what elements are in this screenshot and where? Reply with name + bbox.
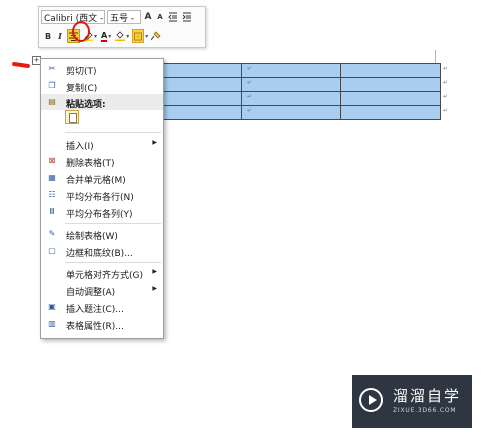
annotation-dash <box>11 61 31 69</box>
menu-item-cell-alignment[interactable]: 单元格对齐方式(G) ▶ <box>41 265 163 281</box>
borders-icon: ▢ <box>48 246 56 255</box>
watermark-logo: 溜溜自学 ZIXUE.3D66.COM <box>352 375 472 428</box>
italic-button[interactable]: I <box>55 29 65 43</box>
table-cell[interactable]: ↵ <box>241 63 341 78</box>
toolbar-row-font: Calibri (西文 - 五号 - A A <box>41 9 193 25</box>
dropdown-arrow-icon[interactable]: ▾ <box>126 33 129 40</box>
shrink-font-button[interactable]: A <box>155 10 165 24</box>
cell-mark-icon: ↵ <box>247 93 253 100</box>
menu-label: 表格属性(R)... <box>66 322 124 332</box>
menu-item-distribute-rows[interactable]: ☷ 平均分布各行(N) <box>41 187 163 203</box>
menu-item-copy[interactable]: ❐ 复制(C) <box>41 78 163 94</box>
copy-icon: ❐ <box>48 81 56 90</box>
context-menu: ✂ 剪切(T) ❐ 复制(C) ▤ 粘贴选项: 插入(I) ▶ ⊠ 删除表格(T… <box>40 58 164 339</box>
increase-indent-icon <box>182 12 191 22</box>
dropdown-arrow-icon[interactable]: ▾ <box>145 33 148 40</box>
toolbar-row-format: B I ▾ A ▾ ▾ ▾ <box>41 28 162 44</box>
row-end-mark-icon: ↵ <box>442 65 448 72</box>
font-color-letter: A <box>101 30 108 42</box>
paint-bucket-icon <box>115 31 126 41</box>
menu-item-merge-cells[interactable]: ▦ 合并单元格(M) <box>41 170 163 186</box>
submenu-arrow-icon: ▶ <box>152 139 157 146</box>
menu-label: 单元格对齐方式(G) <box>66 271 143 281</box>
menu-label: 删除表格(T) <box>66 159 115 169</box>
paste-keep-text-button[interactable] <box>65 110 79 124</box>
menu-label: 自动调整(A) <box>66 288 116 298</box>
menu-item-distribute-columns[interactable]: Ⅲ 平均分布各列(Y) <box>41 204 163 220</box>
row-end-mark-icon: ↵ <box>442 93 448 100</box>
grow-font-button[interactable]: A <box>143 10 153 24</box>
table-cell[interactable]: ↵ <box>340 105 448 120</box>
distribute-rows-icon: ☷ <box>48 190 56 199</box>
menu-item-paste-options: ▤ 粘贴选项: <box>41 94 163 110</box>
format-painter-icon <box>151 31 161 41</box>
borders-button[interactable] <box>132 29 145 43</box>
watermark-url: ZIXUE.3D66.COM <box>393 407 457 414</box>
menu-item-delete-table[interactable]: ⊠ 删除表格(T) <box>41 153 163 169</box>
merge-cells-icon: ▦ <box>48 173 56 182</box>
menu-label: 边框和底纹(B)... <box>66 249 133 259</box>
table-properties-icon: ▥ <box>48 319 56 328</box>
annotation-circle <box>72 21 90 42</box>
font-name-dropdown[interactable]: Calibri (西文 - <box>41 10 105 24</box>
menu-separator <box>65 223 161 224</box>
menu-label: 粘贴选项: <box>66 100 106 110</box>
play-icon <box>359 388 383 412</box>
shading-button[interactable]: ▾ <box>114 29 130 43</box>
borders-icon <box>134 32 143 40</box>
menu-label: 合并单元格(M) <box>66 176 126 186</box>
menu-label: 平均分布各列(Y) <box>66 210 133 220</box>
decrease-indent-icon <box>168 12 177 22</box>
menu-label: 平均分布各行(N) <box>66 193 134 203</box>
menu-item-table-properties[interactable]: ▥ 表格属性(R)... <box>41 316 163 332</box>
menu-label: 剪切(T) <box>66 67 97 77</box>
dropdown-arrow-icon[interactable]: ▾ <box>94 33 97 40</box>
bold-button[interactable]: B <box>43 29 53 43</box>
submenu-arrow-icon: ▶ <box>152 268 157 275</box>
menu-item-insert-caption[interactable]: ▣ 插入题注(C)... <box>41 299 163 315</box>
watermark-title: 溜溜自学 <box>393 387 462 405</box>
menu-item-autofit[interactable]: 自动调整(A) ▶ <box>41 282 163 298</box>
menu-item-cut[interactable]: ✂ 剪切(T) <box>41 61 163 77</box>
menu-label: 插入题注(C)... <box>66 305 124 315</box>
table-cell[interactable]: ↵ <box>241 77 341 92</box>
submenu-arrow-icon: ▶ <box>152 285 157 292</box>
format-painter-button[interactable] <box>150 29 162 43</box>
table-cell[interactable]: ↵ <box>340 91 448 106</box>
clipboard-icon: ▤ <box>48 97 56 106</box>
table-cell[interactable]: ↵ <box>241 105 341 120</box>
pencil-icon: ✎ <box>48 229 56 238</box>
table-cell[interactable]: ↵ <box>241 91 341 106</box>
distribute-columns-icon: Ⅲ <box>49 207 55 216</box>
row-end-mark-icon: ↵ <box>442 107 448 114</box>
menu-label: 复制(C) <box>66 84 98 94</box>
mini-toolbar: Calibri (西文 - 五号 - A A B I ▾ A ▾ ▾ ▾ <box>38 6 206 48</box>
dropdown-arrow-icon[interactable]: ▾ <box>108 33 111 40</box>
menu-separator <box>65 262 161 263</box>
table-cell[interactable]: ↵ <box>340 63 448 78</box>
delete-table-icon: ⊠ <box>48 156 56 165</box>
menu-item-insert[interactable]: 插入(I) ▶ <box>41 136 163 152</box>
page-margin-marker <box>435 50 436 64</box>
menu-item-draw-table[interactable]: ✎ 绘制表格(W) <box>41 226 163 242</box>
cell-mark-icon: ↵ <box>247 107 253 114</box>
menu-separator <box>65 132 161 133</box>
font-color-button[interactable]: A ▾ <box>100 29 112 43</box>
cell-mark-icon: ↵ <box>247 79 253 86</box>
row-end-mark-icon: ↵ <box>442 79 448 86</box>
decrease-indent-button[interactable] <box>167 10 179 24</box>
font-size-dropdown[interactable]: 五号 - <box>107 10 141 24</box>
menu-item-borders-shading[interactable]: ▢ 边框和底纹(B)... <box>41 243 163 259</box>
scissors-icon: ✂ <box>48 64 56 73</box>
table-cell[interactable]: ↵ <box>340 77 448 92</box>
increase-indent-button[interactable] <box>181 10 193 24</box>
cell-mark-icon: ↵ <box>247 65 253 72</box>
caption-icon: ▣ <box>48 302 56 311</box>
menu-label: 绘制表格(W) <box>66 232 118 242</box>
menu-label: 插入(I) <box>66 142 94 152</box>
